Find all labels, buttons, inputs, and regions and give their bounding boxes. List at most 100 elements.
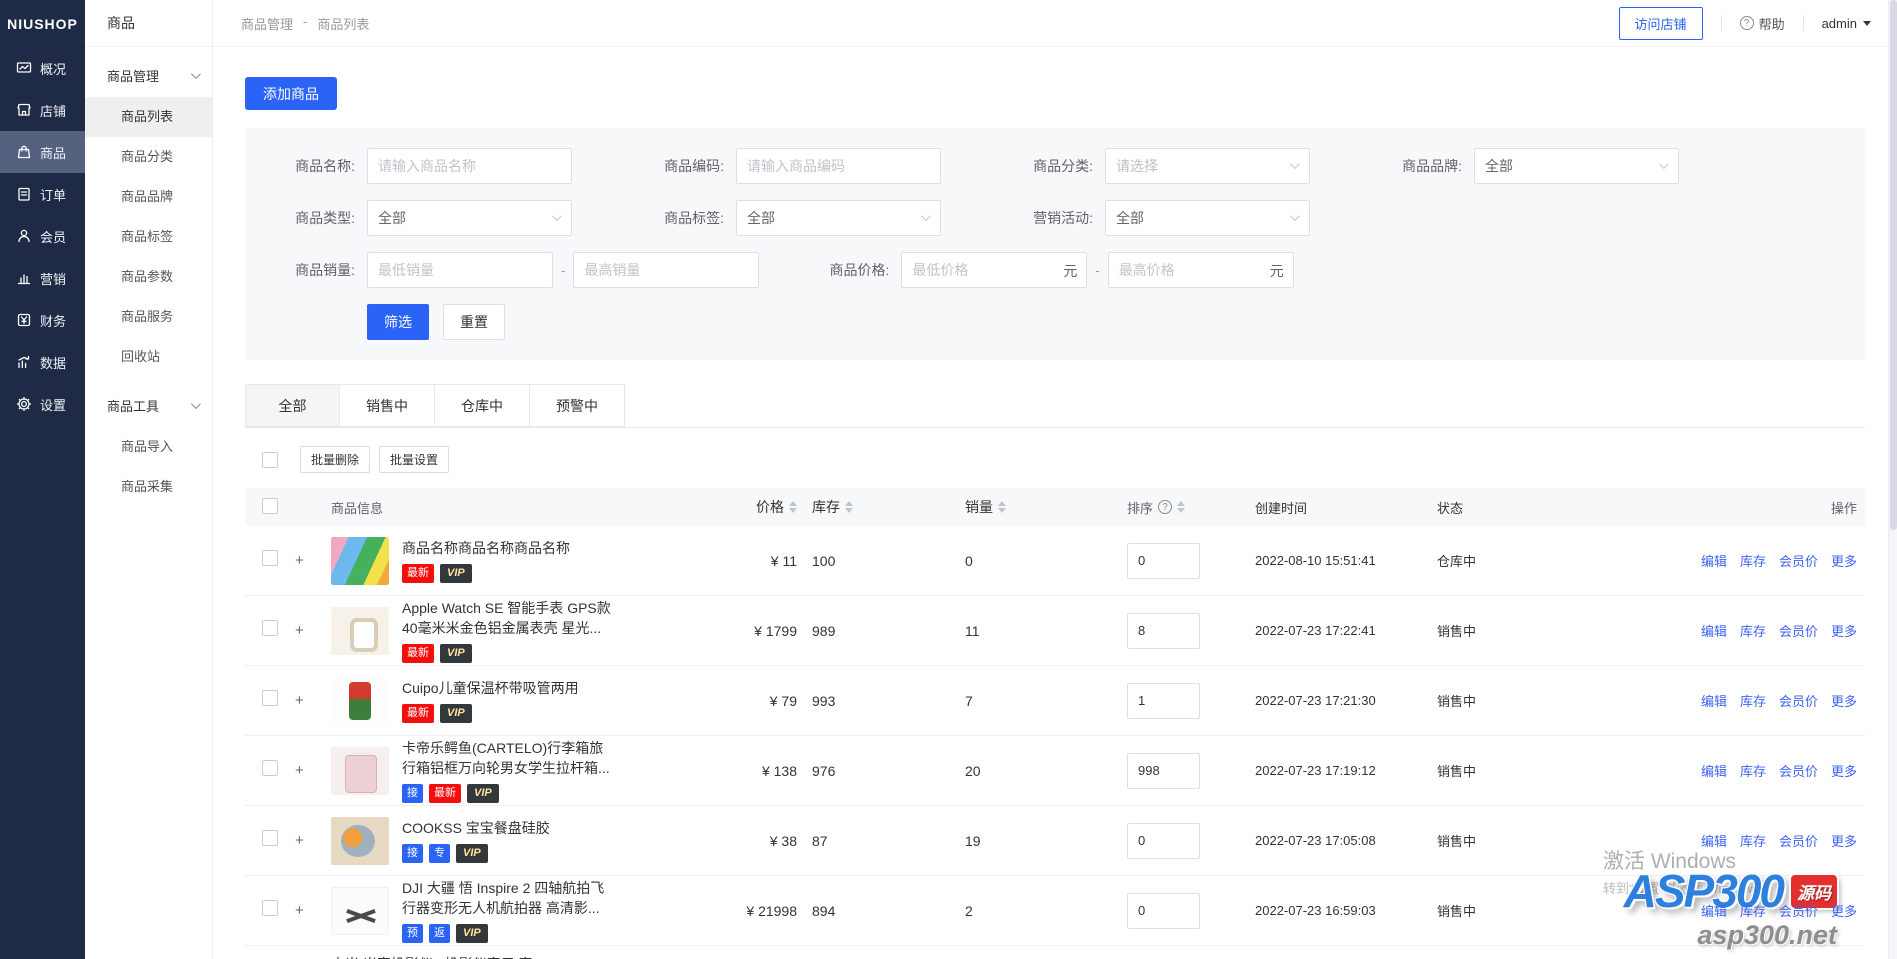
member-price-link[interactable]: 会员价 bbox=[1779, 761, 1818, 780]
tab-in-warehouse[interactable]: 仓库中 bbox=[435, 384, 530, 427]
sidebar-item-data[interactable]: 数据 bbox=[0, 341, 85, 383]
col-price[interactable]: 价格 bbox=[756, 497, 797, 517]
edit-link[interactable]: 编辑 bbox=[1701, 831, 1727, 850]
row-expander[interactable]: + bbox=[295, 552, 331, 569]
member-price-link[interactable]: 会员价 bbox=[1779, 901, 1818, 920]
subnav-item-goods-service[interactable]: 商品服务 bbox=[85, 297, 212, 337]
subnav-item-goods-import[interactable]: 商品导入 bbox=[85, 427, 212, 467]
brand-select[interactable]: 全部 bbox=[1474, 148, 1679, 184]
member-price-link[interactable]: 会员价 bbox=[1779, 621, 1818, 640]
subnav-group-goods-tools[interactable]: 商品工具 bbox=[85, 383, 212, 427]
type-select[interactable]: 全部 bbox=[367, 200, 572, 236]
sort-input[interactable] bbox=[1127, 613, 1200, 649]
sidebar-item-orders[interactable]: 订单 bbox=[0, 173, 85, 215]
row-expander[interactable]: + bbox=[295, 762, 331, 779]
subnav-item-goods-category[interactable]: 商品分类 bbox=[85, 137, 212, 177]
reset-button[interactable]: 重置 bbox=[443, 304, 505, 340]
product-title[interactable]: 小米 米家投影仪2 投影仪家用 家 bbox=[331, 954, 532, 959]
row-expander[interactable]: + bbox=[295, 692, 331, 709]
stock-link[interactable]: 库存 bbox=[1740, 551, 1766, 570]
select-all-checkbox[interactable] bbox=[262, 452, 278, 468]
row-checkbox[interactable] bbox=[262, 620, 278, 636]
subnav-group-goods-manage[interactable]: 商品管理 bbox=[85, 53, 212, 97]
subnav-item-recycle-bin[interactable]: 回收站 bbox=[85, 337, 212, 377]
header-checkbox[interactable] bbox=[262, 498, 278, 514]
product-title-line2[interactable]: 40毫米米金色铝金属表壳 星光... bbox=[402, 618, 611, 638]
product-image[interactable] bbox=[331, 607, 389, 655]
stock-link[interactable]: 库存 bbox=[1740, 901, 1766, 920]
row-expander[interactable]: + bbox=[295, 902, 331, 919]
sort-input[interactable] bbox=[1127, 683, 1200, 719]
sidebar-item-shop[interactable]: 店铺 bbox=[0, 89, 85, 131]
product-title[interactable]: COOKSS 宝宝餐盘硅胶 bbox=[402, 818, 550, 838]
user-menu[interactable]: admin bbox=[1822, 16, 1871, 31]
member-price-link[interactable]: 会员价 bbox=[1779, 831, 1818, 850]
sort-input[interactable] bbox=[1127, 543, 1200, 579]
more-link[interactable]: 更多 bbox=[1831, 831, 1857, 850]
row-checkbox[interactable] bbox=[262, 760, 278, 776]
subnav-item-goods-collect[interactable]: 商品采集 bbox=[85, 467, 212, 507]
edit-link[interactable]: 编辑 bbox=[1701, 691, 1727, 710]
batch-delete-button[interactable]: 批量删除 bbox=[300, 446, 370, 473]
edit-link[interactable]: 编辑 bbox=[1701, 621, 1727, 640]
sidebar-item-finance[interactable]: 财务 bbox=[0, 299, 85, 341]
sidebar-item-marketing[interactable]: 营销 bbox=[0, 257, 85, 299]
row-expander[interactable]: + bbox=[295, 832, 331, 849]
sort-input[interactable] bbox=[1127, 823, 1200, 859]
row-expander[interactable]: + bbox=[295, 622, 331, 639]
breadcrumb-parent[interactable]: 商品管理 bbox=[241, 14, 293, 33]
help-button[interactable]: ? 帮助 bbox=[1740, 14, 1785, 33]
subnav-item-goods-brand[interactable]: 商品品牌 bbox=[85, 177, 212, 217]
price-max-input[interactable] bbox=[1108, 252, 1294, 288]
more-link[interactable]: 更多 bbox=[1831, 551, 1857, 570]
row-checkbox[interactable] bbox=[262, 830, 278, 846]
scrollbar[interactable] bbox=[1888, 0, 1897, 959]
member-price-link[interactable]: 会员价 bbox=[1779, 691, 1818, 710]
tab-on-sale[interactable]: 销售中 bbox=[340, 384, 435, 427]
sidebar-item-settings[interactable]: 设置 bbox=[0, 383, 85, 425]
sort-input[interactable] bbox=[1127, 753, 1200, 789]
subnav-item-goods-tag[interactable]: 商品标签 bbox=[85, 217, 212, 257]
more-link[interactable]: 更多 bbox=[1831, 901, 1857, 920]
more-link[interactable]: 更多 bbox=[1831, 621, 1857, 640]
category-select[interactable]: 请选择 bbox=[1105, 148, 1310, 184]
price-min-input[interactable] bbox=[901, 252, 1087, 288]
tag-select[interactable]: 全部 bbox=[736, 200, 941, 236]
product-title[interactable]: DJI 大疆 悟 Inspire 2 四轴航拍飞 bbox=[402, 878, 604, 898]
product-title[interactable]: 商品名称商品名称商品名称 bbox=[402, 538, 570, 558]
stock-link[interactable]: 库存 bbox=[1740, 621, 1766, 640]
product-image[interactable] bbox=[331, 537, 389, 585]
row-checkbox[interactable] bbox=[262, 550, 278, 566]
tab-all[interactable]: 全部 bbox=[245, 384, 340, 427]
sort-help-icon[interactable]: ? bbox=[1158, 500, 1172, 514]
sales-min-input[interactable] bbox=[367, 252, 553, 288]
sidebar-item-members[interactable]: 会员 bbox=[0, 215, 85, 257]
product-title-line2[interactable]: 行器变形无人机航拍器 高清影... bbox=[402, 898, 604, 918]
edit-link[interactable]: 编辑 bbox=[1701, 761, 1727, 780]
stock-link[interactable]: 库存 bbox=[1740, 691, 1766, 710]
batch-set-button[interactable]: 批量设置 bbox=[379, 446, 449, 473]
product-title[interactable]: 卡帝乐鳄鱼(CARTELO)行李箱旅 bbox=[402, 738, 610, 758]
subnav-item-goods-list[interactable]: 商品列表 bbox=[85, 97, 212, 137]
goods-code-input[interactable] bbox=[736, 148, 941, 184]
product-image[interactable] bbox=[331, 747, 389, 795]
sales-max-input[interactable] bbox=[573, 252, 759, 288]
product-title-line2[interactable]: 行箱铝框万向轮男女学生拉杆箱... bbox=[402, 758, 610, 778]
subnav-item-goods-param[interactable]: 商品参数 bbox=[85, 257, 212, 297]
col-sales[interactable]: 销量 bbox=[965, 497, 1006, 517]
goods-name-input[interactable] bbox=[367, 148, 572, 184]
product-image[interactable] bbox=[331, 887, 389, 935]
edit-link[interactable]: 编辑 bbox=[1701, 551, 1727, 570]
row-checkbox[interactable] bbox=[262, 900, 278, 916]
add-goods-button[interactable]: 添加商品 bbox=[245, 77, 337, 110]
edit-link[interactable]: 编辑 bbox=[1701, 901, 1727, 920]
visit-shop-button[interactable]: 访问店铺 bbox=[1619, 7, 1703, 40]
sort-input[interactable] bbox=[1127, 893, 1200, 929]
product-image[interactable] bbox=[331, 677, 389, 725]
member-price-link[interactable]: 会员价 bbox=[1779, 551, 1818, 570]
product-image[interactable] bbox=[331, 817, 389, 865]
sidebar-item-goods[interactable]: 商品 bbox=[0, 131, 85, 173]
stock-link[interactable]: 库存 bbox=[1740, 761, 1766, 780]
product-title[interactable]: Apple Watch SE 智能手表 GPS款 bbox=[402, 598, 611, 618]
col-sort[interactable]: 排序? bbox=[1127, 498, 1185, 517]
